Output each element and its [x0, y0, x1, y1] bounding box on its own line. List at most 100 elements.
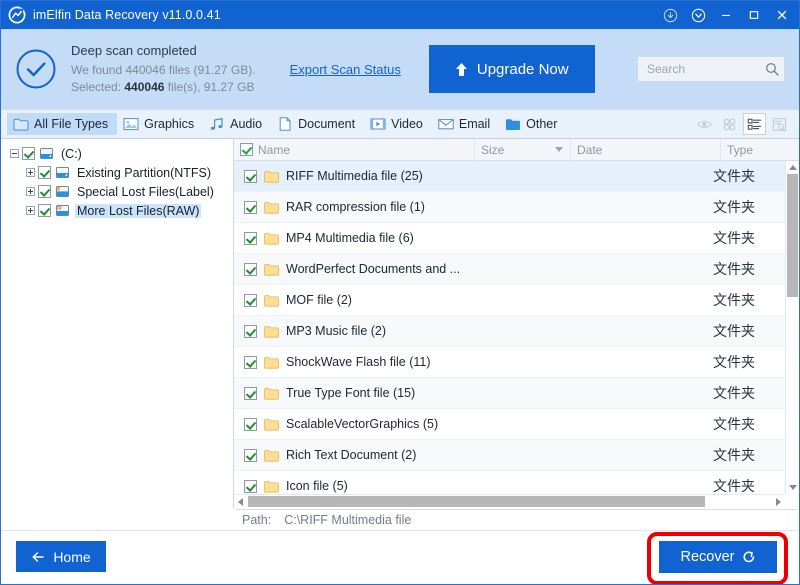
chevron-down-circle-icon[interactable] [685, 2, 711, 28]
table-row[interactable]: Rich Text Document (2) 文件夹 [234, 440, 785, 471]
row-checkbox[interactable] [244, 386, 257, 400]
row-checkbox[interactable] [244, 448, 257, 462]
scan-status-title: Deep scan completed [71, 43, 197, 58]
tree-expand-toggle[interactable] [23, 187, 38, 196]
row-checkbox[interactable] [244, 169, 257, 183]
tab-email[interactable]: Email [432, 113, 499, 135]
row-checkbox[interactable] [244, 262, 257, 276]
tree-expand-toggle[interactable] [23, 168, 38, 177]
tree-item-special-lost-files[interactable]: Special Lost Files(Label) [1, 182, 233, 201]
tab-other[interactable]: Other [499, 113, 566, 135]
tab-all-file-types[interactable]: All File Types [7, 113, 118, 135]
file-name-cell: MP4 Multimedia file (6) [286, 231, 414, 245]
search-input[interactable] [645, 61, 765, 77]
export-scan-status-link[interactable]: Export Scan Status [290, 62, 401, 77]
row-checkbox[interactable] [244, 479, 257, 493]
tab-document-label: Document [298, 117, 356, 131]
grid-view-icon[interactable] [718, 113, 741, 135]
sort-descending-icon[interactable] [555, 147, 563, 152]
selected-suffix: file(s), 91.27 GB [164, 80, 255, 94]
row-checkbox[interactable] [244, 231, 257, 245]
folder-icon [264, 356, 279, 369]
selected-label: Selected: [71, 80, 125, 94]
arrow-left-icon [31, 550, 45, 564]
search-box[interactable] [637, 56, 785, 82]
tab-document[interactable]: Document [271, 113, 364, 135]
column-header-name[interactable]: Name [234, 139, 475, 161]
column-header-date[interactable]: Date [571, 139, 721, 161]
tree-expand-toggle[interactable] [23, 206, 38, 215]
tab-video[interactable]: Video [364, 113, 432, 135]
found-prefix: We found [71, 63, 126, 77]
row-checkbox[interactable] [244, 324, 257, 338]
tree-item-more-lost-files[interactable]: More Lost Files(RAW) [1, 201, 233, 220]
table-row[interactable]: ShockWave Flash file (11) 文件夹 [234, 347, 785, 378]
document-icon [277, 117, 293, 131]
file-type-cell: 文件夹 [713, 199, 755, 215]
tree-collapse-toggle[interactable] [7, 149, 22, 158]
drive-icon [39, 146, 54, 161]
row-checkbox[interactable] [244, 200, 257, 214]
vertical-scrollbar[interactable] [785, 161, 799, 494]
file-name-cell: MP3 Music file (2) [286, 324, 387, 338]
table-row[interactable]: MP3 Music file (2) 文件夹 [234, 316, 785, 347]
tree-checkbox[interactable] [38, 166, 51, 179]
tree-item-c-drive-label: (C:) [61, 146, 82, 161]
table-row[interactable]: True Type Font file (15) 文件夹 [234, 378, 785, 409]
tree-checkbox[interactable] [38, 204, 51, 217]
tab-email-label: Email [458, 117, 491, 131]
file-name-cell: RIFF Multimedia file (25) [286, 169, 423, 183]
download-circle-icon[interactable] [657, 2, 683, 28]
scroll-right-button[interactable] [772, 495, 785, 508]
table-row[interactable]: ScalableVectorGraphics (5) 文件夹 [234, 409, 785, 440]
vertical-scroll-track[interactable] [786, 174, 799, 481]
file-type-cell: 文件夹 [713, 354, 755, 370]
tree-checkbox[interactable] [38, 185, 51, 198]
path-value: C:\RIFF Multimedia file [284, 513, 412, 527]
detail-list-view-icon[interactable] [743, 113, 766, 135]
tab-video-label: Video [391, 117, 423, 131]
path-label: Path: [242, 513, 272, 527]
folder-icon [264, 170, 279, 183]
file-name-cell: Icon file (5) [286, 479, 348, 493]
file-name-cell: Rich Text Document (2) [286, 448, 417, 462]
upgrade-now-label: Upgrade Now [476, 60, 569, 78]
tree-checkbox[interactable] [22, 147, 35, 160]
column-header-type[interactable]: Type [721, 139, 799, 161]
scroll-down-button[interactable] [786, 481, 799, 494]
maximize-button[interactable] [741, 2, 767, 28]
tree-item-existing-partition[interactable]: Existing Partition(NTFS) [1, 163, 233, 182]
vertical-scroll-thumb[interactable] [787, 174, 798, 297]
close-button[interactable] [769, 2, 795, 28]
scroll-left-button[interactable] [234, 495, 247, 508]
column-header-size-label: Size [481, 142, 505, 157]
column-header-name-label: Name [258, 142, 291, 157]
column-header-size[interactable]: Size [475, 139, 571, 161]
row-checkbox[interactable] [244, 293, 257, 307]
table-row[interactable]: RAR compression file (1) 文件夹 [234, 192, 785, 223]
tab-graphics[interactable]: Graphics [117, 113, 203, 135]
search-in-results-icon[interactable] [768, 113, 791, 135]
table-row[interactable]: MP4 Multimedia file (6) 文件夹 [234, 223, 785, 254]
tab-all-file-types-label: All File Types [34, 117, 109, 131]
select-all-checkbox[interactable] [240, 143, 253, 156]
file-type-cell: 文件夹 [713, 416, 755, 432]
scroll-up-button[interactable] [786, 161, 799, 174]
file-list-panel: Name Size Date Type RIFF Multimedia file… [234, 139, 799, 508]
tree-item-c-drive[interactable]: (C:) [1, 144, 233, 163]
horizontal-scroll-thumb[interactable] [248, 496, 706, 507]
recover-button[interactable]: Recover [659, 541, 777, 573]
search-icon[interactable] [765, 62, 779, 76]
table-row[interactable]: WordPerfect Documents and ... 文件夹 [234, 254, 785, 285]
row-checkbox[interactable] [244, 417, 257, 431]
title-bar: imElfin Data Recovery v11.0.0.41 [1, 1, 799, 29]
table-row[interactable]: RIFF Multimedia file (25) 文件夹 [234, 161, 785, 192]
minimize-button[interactable] [713, 2, 739, 28]
horizontal-scrollbar[interactable] [234, 494, 785, 508]
row-checkbox[interactable] [244, 355, 257, 369]
table-row[interactable]: MOF file (2) 文件夹 [234, 285, 785, 316]
preview-eye-icon[interactable] [693, 113, 716, 135]
home-button[interactable]: Home [16, 541, 106, 572]
tab-audio[interactable]: Audio [203, 113, 271, 135]
upgrade-now-button[interactable]: Upgrade Now [428, 45, 595, 93]
